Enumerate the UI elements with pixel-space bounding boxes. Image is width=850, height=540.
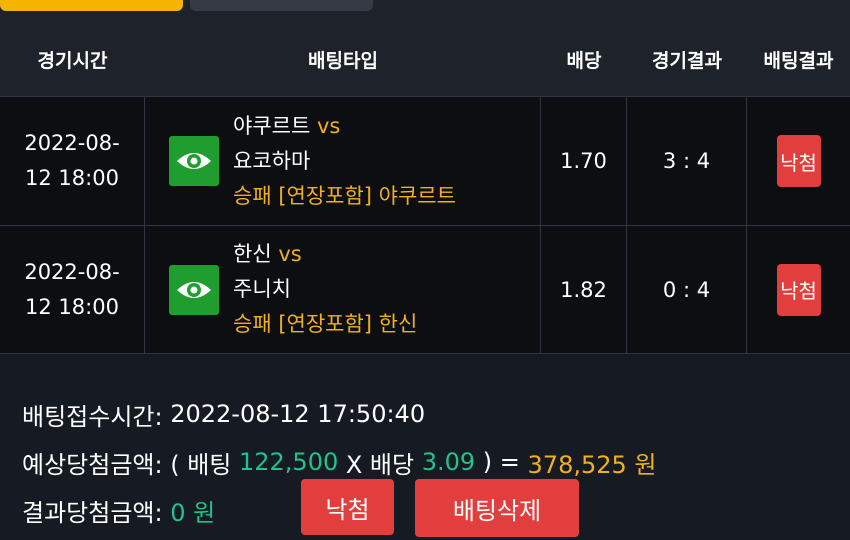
vs-label: vs xyxy=(316,113,341,138)
odds-cell: 1.82 xyxy=(541,226,627,353)
equals-label: ) = xyxy=(475,448,528,476)
bet-pick: 승패 [연장포함] 야쿠르트 xyxy=(233,183,456,208)
result-status-button[interactable]: 낙첨 xyxy=(301,479,394,535)
game-time: 12 18:00 xyxy=(25,294,119,319)
table-row: 2022-08- 12 18:00 야쿠르트 vs 요코하마 승패 [연장포함]… xyxy=(0,96,850,225)
bet-result-badge[interactable]: 낙첨 xyxy=(776,135,821,187)
table-header: 경기시간 배팅타입 배당 경기결과 배팅결과 xyxy=(0,22,850,96)
receipt-time-label: 배팅접수시간: xyxy=(22,402,171,431)
game-time-cell: 2022-08- 12 18:00 xyxy=(0,97,145,225)
team-home: 야쿠르트 xyxy=(233,113,311,138)
team-home: 한신 xyxy=(233,242,272,266)
bet-amount: 122,500 xyxy=(238,448,339,476)
receipt-time-value: 2022-08-12 17:50:40 xyxy=(170,400,426,428)
bet-pick: 승패 [연장포함] 한신 xyxy=(233,312,418,336)
eye-icon xyxy=(177,281,211,298)
delete-bet-button[interactable]: 배팅삭제 xyxy=(415,479,579,537)
bet-result-badge[interactable]: 낙첨 xyxy=(776,263,821,316)
odds-cell: 1.70 xyxy=(541,97,627,225)
game-date: 2022-08- xyxy=(24,259,120,284)
bet-details: 한신 vs 주니치 승패 [연장포함] 한신 xyxy=(233,237,417,342)
top-tab-inactive[interactable] xyxy=(190,0,373,11)
header-odds: 배당 xyxy=(566,49,602,72)
receipt-time-line: 배팅접수시간: 2022-08-12 17:50:40 xyxy=(22,390,842,438)
times-odds-label: X 배당 xyxy=(338,450,422,479)
bet-summary: 배팅접수시간: 2022-08-12 17:50:40 예상당첨금액: ( 배팅… xyxy=(22,390,842,537)
team-away: 주니치 xyxy=(233,277,291,301)
team-away: 요코하마 xyxy=(233,148,311,173)
bet-details: 야쿠르트 vs 요코하마 승패 [연장포함] 야쿠르트 xyxy=(233,109,456,214)
header-game-result: 경기결과 xyxy=(652,49,722,72)
total-odds: 3.09 xyxy=(421,448,476,476)
bet-type-cell: 야쿠르트 vs 요코하마 승패 [연장포함] 야쿠르트 xyxy=(145,97,541,225)
expected-amount: 378,525 원 xyxy=(527,450,657,479)
score-cell: 0 : 4 xyxy=(627,226,747,353)
eye-icon xyxy=(177,153,211,169)
header-bet-result: 배팅결과 xyxy=(763,49,834,72)
game-time: 12 18:00 xyxy=(25,166,119,190)
view-button[interactable] xyxy=(169,136,219,186)
score-cell: 3 : 4 xyxy=(627,97,747,225)
view-button[interactable] xyxy=(169,264,219,315)
header-game-time: 경기시간 xyxy=(37,49,108,72)
top-strip xyxy=(0,0,850,22)
bet-result-cell: 낙첨 xyxy=(747,226,850,353)
vs-label: vs xyxy=(278,242,302,266)
bet-history-table: 경기시간 배팅타입 배당 경기결과 배팅결과 2022-08- 12 18:00… xyxy=(0,22,850,354)
game-time-cell: 2022-08- 12 18:00 xyxy=(0,226,145,353)
game-date: 2022-08- xyxy=(24,131,120,155)
result-amount: 0 원 xyxy=(170,498,216,527)
bet-type-cell: 한신 vs 주니치 승패 [연장포함] 한신 xyxy=(145,226,541,353)
result-win-label: 결과당첨금액: xyxy=(22,498,171,527)
header-bet-type: 배팅타입 xyxy=(308,49,378,72)
bet-result-cell: 낙첨 xyxy=(747,97,850,225)
table-row: 2022-08- 12 18:00 한신 vs 주니치 승패 [연장포함] 한신… xyxy=(0,225,850,354)
top-tab-active[interactable] xyxy=(0,0,183,11)
open-paren-bet-label: ( 배팅 xyxy=(170,450,239,479)
expected-win-label: 예상당첨금액: xyxy=(22,450,171,479)
